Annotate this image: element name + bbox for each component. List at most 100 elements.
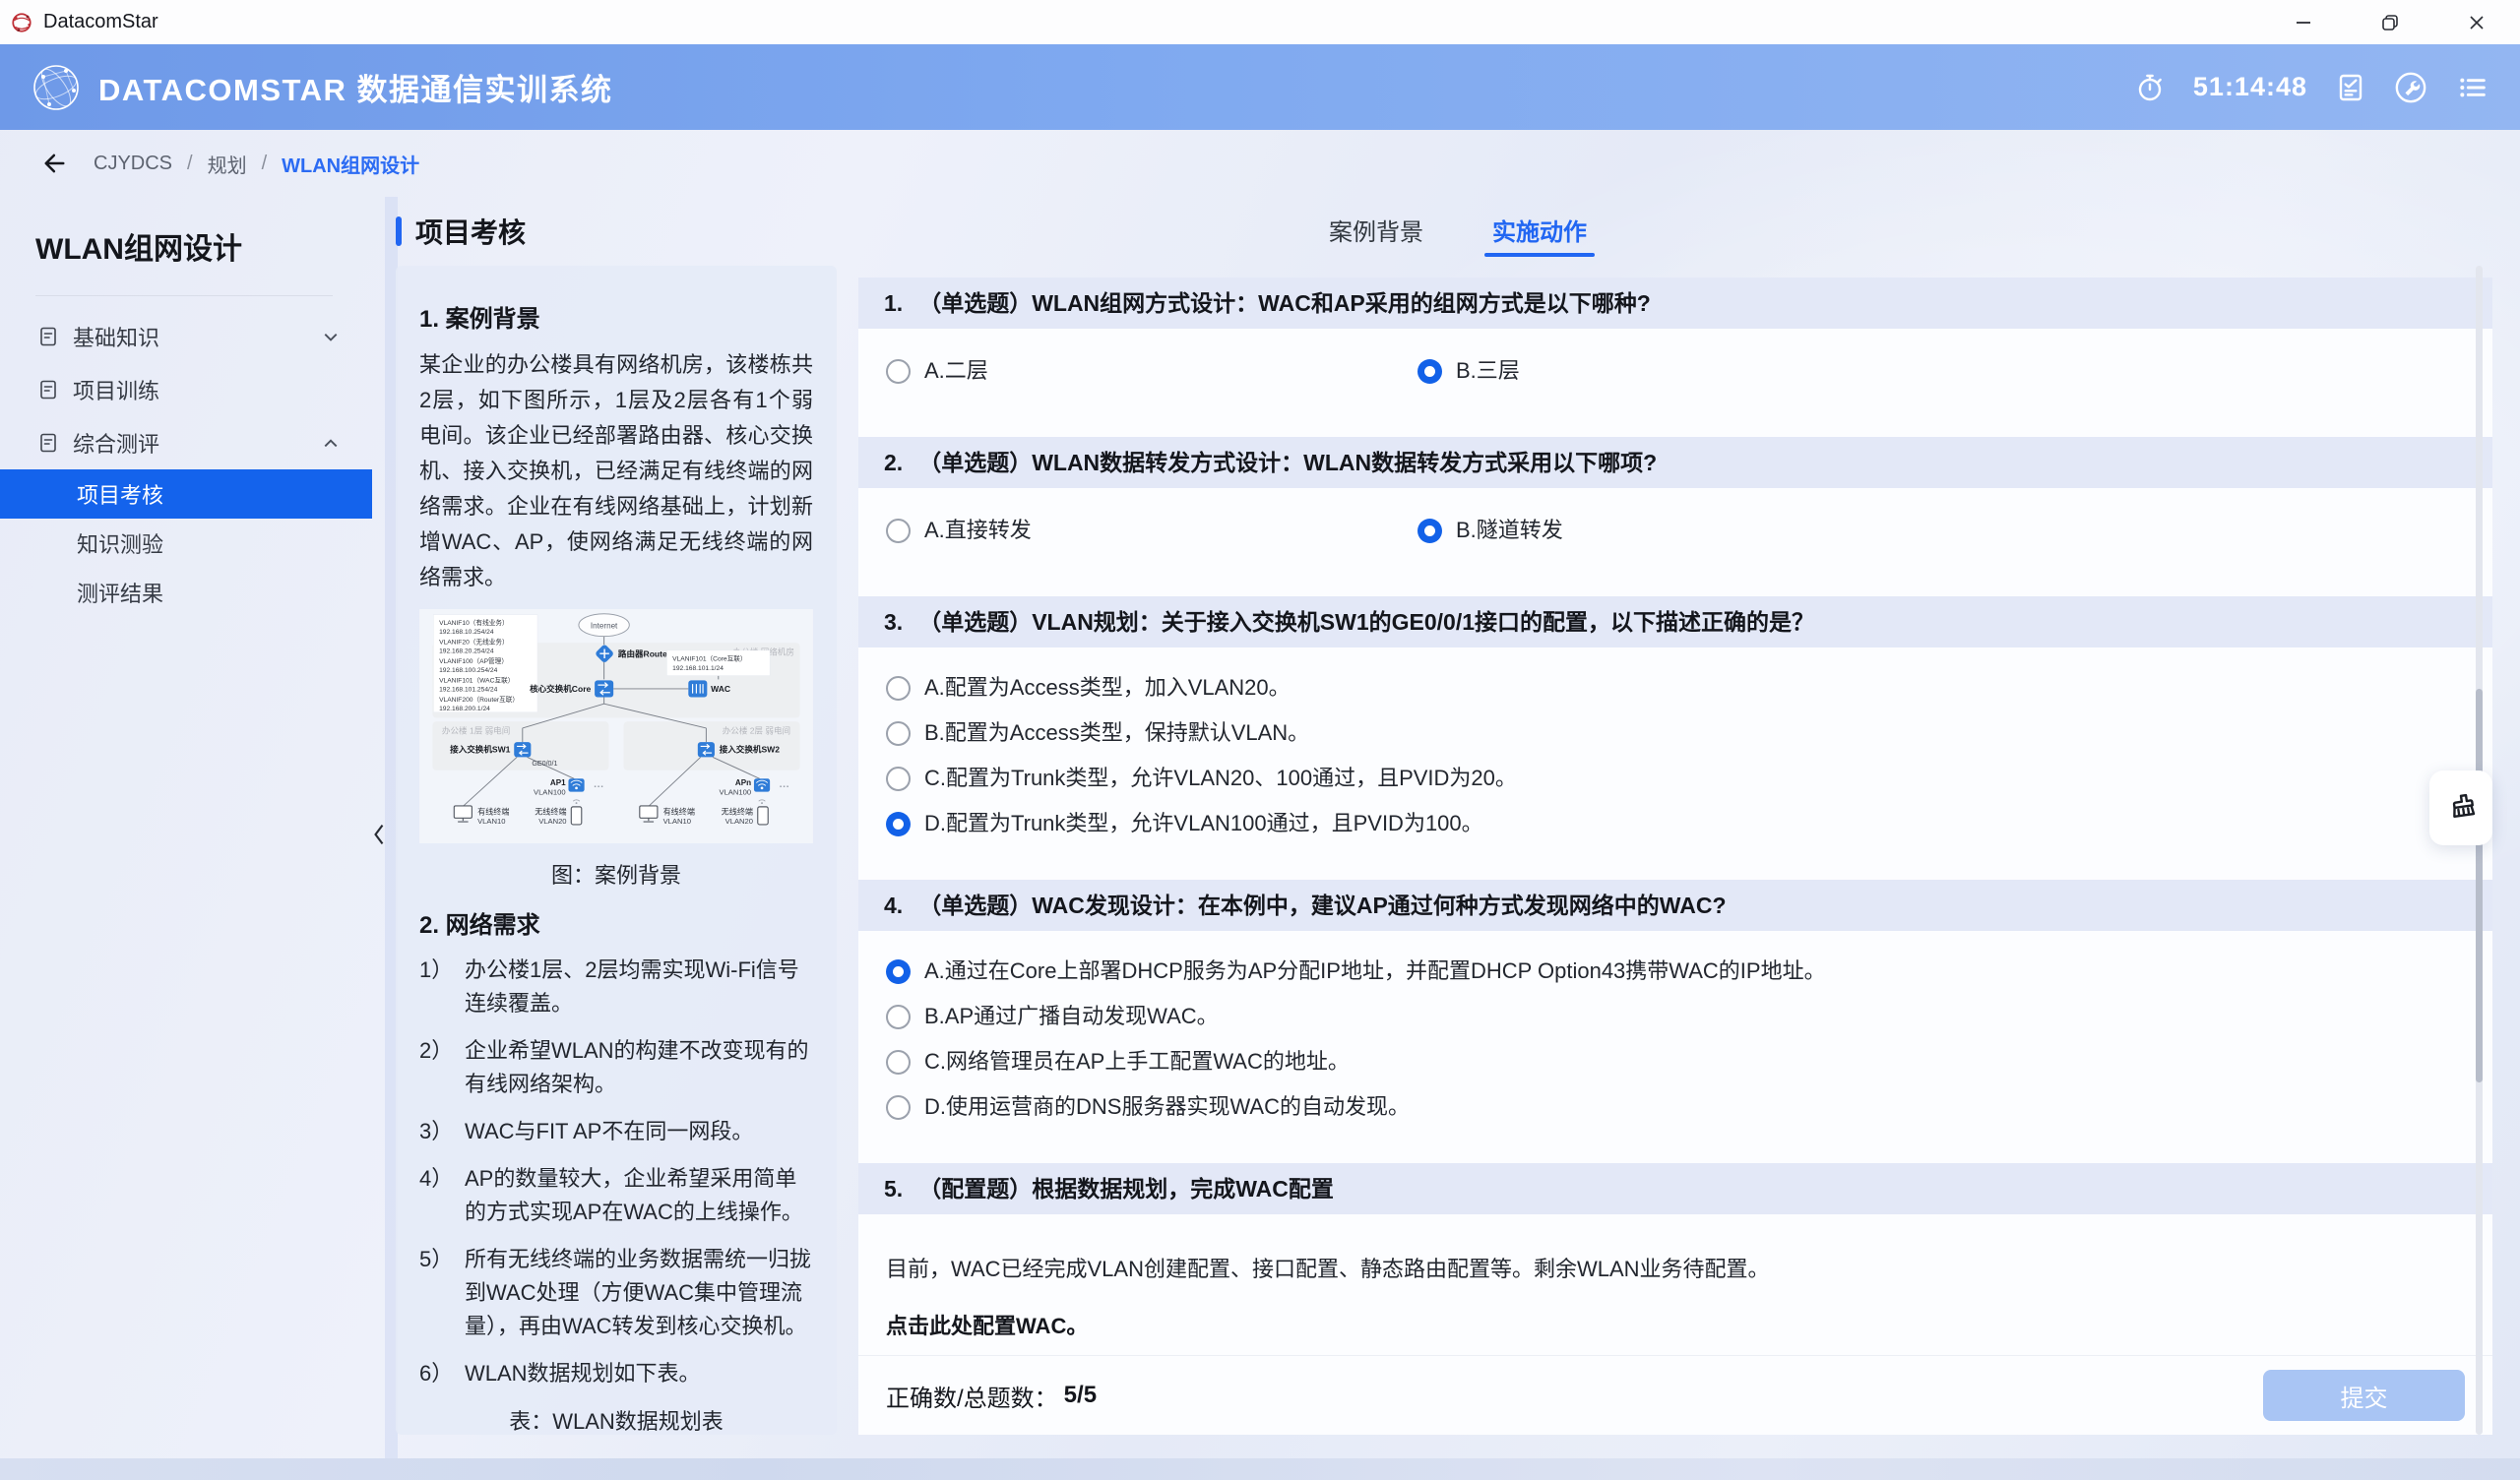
- svg-text:VLAN10: VLAN10: [477, 817, 505, 826]
- radio-selected[interactable]: [1418, 519, 1442, 543]
- content-row: 1. 案例背景 某企业的办公楼具有网络机房，该楼栋共2层，如下图所示，1层及2层…: [396, 266, 2520, 1435]
- question-number: 5.: [884, 1174, 903, 1203]
- minimize-icon: [2293, 12, 2314, 33]
- sidebar-item-results[interactable]: 测评结果: [0, 568, 372, 617]
- option-a[interactable]: A.配置为Access类型，加入VLAN20。: [886, 673, 2465, 703]
- chevron-up-icon[interactable]: [323, 437, 339, 449]
- option-d[interactable]: D.使用运营商的DNS服务器实现WAC的自动发现。: [886, 1092, 2465, 1122]
- back-button[interactable]: [32, 148, 73, 179]
- radio-selected[interactable]: [1418, 359, 1442, 384]
- svg-text:192.168.20.254/24: 192.168.20.254/24: [439, 648, 494, 654]
- radio-unselected[interactable]: [886, 767, 911, 791]
- breadcrumb: CJYDCS / 规划 / WLAN组网设计: [0, 130, 2520, 197]
- exam-countdown: 51:14:48: [2193, 72, 2307, 102]
- window-title: DatacomStar: [43, 11, 158, 33]
- tab-implementation[interactable]: 实施动作: [1486, 212, 1593, 251]
- sidebar-item-training[interactable]: 项目训练: [0, 363, 372, 416]
- radio-unselected[interactable]: [886, 721, 911, 746]
- restore-button[interactable]: [2347, 0, 2433, 44]
- menu-button[interactable]: [2455, 72, 2490, 103]
- requirement-item: 5）所有无线终端的业务数据需统一归拢到WAC处理（方便WAC集中管理流量），再由…: [419, 1243, 813, 1343]
- minimize-button[interactable]: [2260, 0, 2347, 44]
- svg-text:Internet: Internet: [591, 622, 618, 631]
- svg-text:192.168.101.1/24: 192.168.101.1/24: [672, 665, 724, 672]
- radio-unselected[interactable]: [886, 519, 911, 543]
- option-b[interactable]: B.AP通过广播自动发现WAC。: [886, 1002, 2465, 1031]
- radio-selected[interactable]: [886, 812, 911, 836]
- close-button[interactable]: [2433, 0, 2520, 44]
- report-icon: [2335, 72, 2366, 103]
- option-a[interactable]: A.通过在Core上部署DHCP服务为AP分配IP地址，并配置DHCP Opti…: [886, 956, 2465, 986]
- submit-button[interactable]: 提交: [2263, 1370, 2465, 1421]
- requirement-item: 6）WLAN数据规划如下表。: [419, 1357, 813, 1390]
- option-d[interactable]: D.配置为Trunk类型，允许VLAN100通过，且PVID为100。: [886, 809, 2465, 838]
- sidebar-divider: [35, 295, 333, 296]
- question-2: 2. （单选题）WLAN数据转发方式设计：WLAN数据转发方式采用以下哪项? A…: [858, 437, 2492, 586]
- breadcrumb-separator: /: [262, 153, 268, 175]
- svg-text:WAC: WAC: [711, 684, 730, 694]
- scrollbar-thumb[interactable]: [2476, 689, 2483, 1082]
- breadcrumb-root[interactable]: CJYDCS: [94, 153, 172, 175]
- figure-caption: 图：案例背景: [419, 858, 813, 890]
- question-number: 1.: [884, 288, 903, 318]
- radio-selected[interactable]: [886, 959, 911, 984]
- option-b[interactable]: B.配置为Access类型，保持默认VLAN。: [886, 718, 2465, 748]
- svg-text:VLANIF200（Router互联）: VLANIF200（Router互联）: [439, 695, 519, 704]
- question-5: 5. （配置题）根据数据规划，完成WAC配置 目前，WAC已经完成VLAN创建配…: [858, 1163, 2492, 1355]
- sidebar-item-basics[interactable]: 基础知识: [0, 310, 372, 363]
- vlanif-note-box: VLANIF10（有线业务）192.168.10.254/24 VLANIF20…: [433, 615, 537, 712]
- sidebar-item-assessment[interactable]: 综合测评: [0, 416, 372, 469]
- document-icon: [37, 379, 59, 401]
- main-header: 项目考核 案例背景 实施动作: [396, 197, 2520, 266]
- configure-wac-link[interactable]: 点击此处配置WAC。: [886, 1309, 2465, 1340]
- score-label: 正确数/总题数：: [886, 1379, 1058, 1413]
- app-logo-icon: [10, 11, 33, 34]
- svg-text:VLANIF20（无线业务）: VLANIF20（无线业务）: [439, 638, 509, 647]
- radio-unselected[interactable]: [886, 1095, 911, 1120]
- radio-unselected[interactable]: [886, 1050, 911, 1075]
- wireless-terminal-right: 无线终端 VLAN20: [722, 806, 769, 826]
- report-button[interactable]: [2335, 72, 2366, 103]
- chevron-left-icon: [372, 822, 386, 847]
- score-value: 5/5: [1064, 1382, 1097, 1409]
- sidebar-item-project-exam[interactable]: 项目考核: [0, 469, 372, 519]
- option-c[interactable]: C.网络管理员在AP上手工配置WAC的地址。: [886, 1047, 2465, 1077]
- chevron-down-icon[interactable]: [323, 331, 339, 342]
- option-a[interactable]: A.直接转发: [886, 516, 1418, 545]
- requirement-item: 4）AP的数量较大，企业希望采用简单的方式实现AP在WAC的上线操作。: [419, 1162, 813, 1229]
- svg-text:VLANIF101（WAC互联）: VLANIF101（WAC互联）: [439, 676, 514, 685]
- radio-unselected[interactable]: [886, 1005, 911, 1029]
- option-a[interactable]: A.二层: [886, 356, 1418, 386]
- header-actions: 51:14:48: [2134, 71, 2490, 104]
- requirement-item: 3）WAC与FIT AP不在同一网段。: [419, 1115, 813, 1148]
- requirement-item: 1）办公楼1层、2层均需实现Wi-Fi信号连续覆盖。: [419, 954, 813, 1020]
- questions-scroll-area[interactable]: 1. （单选题）WLAN组网方式设计：WAC和AP采用的组网方式是以下哪种? A…: [858, 278, 2492, 1355]
- tab-case-background[interactable]: 案例背景: [1323, 212, 1429, 251]
- case-section-1-heading: 1. 案例背景: [419, 299, 813, 334]
- question-1-options: A.二层 B.三层: [858, 329, 2492, 427]
- tools-button[interactable]: [2394, 71, 2427, 104]
- breadcrumb-level1[interactable]: 规划: [208, 150, 247, 178]
- svg-text:VLAN10: VLAN10: [663, 817, 691, 826]
- case-paragraph: 某企业的办公楼具有网络机房，该楼栋共2层，如下图所示，1层及2层各有1个弱电间。…: [419, 347, 813, 595]
- svg-text:办公楼 2层 弱电间: 办公楼 2层 弱电间: [723, 725, 790, 736]
- sidebar-item-label: 基础知识: [73, 321, 159, 352]
- option-b[interactable]: B.三层: [1418, 356, 2465, 386]
- question-text: （单选题）WLAN数据转发方式设计：WLAN数据转发方式采用以下哪项?: [918, 448, 1657, 477]
- svg-text:192.168.101.254/24: 192.168.101.254/24: [439, 686, 498, 693]
- clean-topology-button[interactable]: [2429, 771, 2492, 845]
- timer-icon: [2134, 72, 2166, 103]
- svg-text:192.168.10.254/24: 192.168.10.254/24: [439, 629, 494, 636]
- sidebar-collapse-handle[interactable]: [366, 815, 392, 854]
- restore-icon: [2379, 12, 2401, 33]
- sidebar-item-knowledge-quiz[interactable]: 知识测验: [0, 519, 372, 568]
- menu-list-icon: [2455, 72, 2490, 103]
- option-c[interactable]: C.配置为Trunk类型，允许VLAN20、100通过，且PVID为20。: [886, 764, 2465, 793]
- radio-unselected[interactable]: [886, 676, 911, 701]
- question-2-options: A.直接转发 B.隧道转发: [858, 488, 2492, 586]
- question-number: 2.: [884, 448, 903, 477]
- main-scrollbar[interactable]: [2476, 266, 2483, 1435]
- option-b[interactable]: B.隧道转发: [1418, 516, 2465, 545]
- window-titlebar: DatacomStar: [0, 0, 2520, 44]
- radio-unselected[interactable]: [886, 359, 911, 384]
